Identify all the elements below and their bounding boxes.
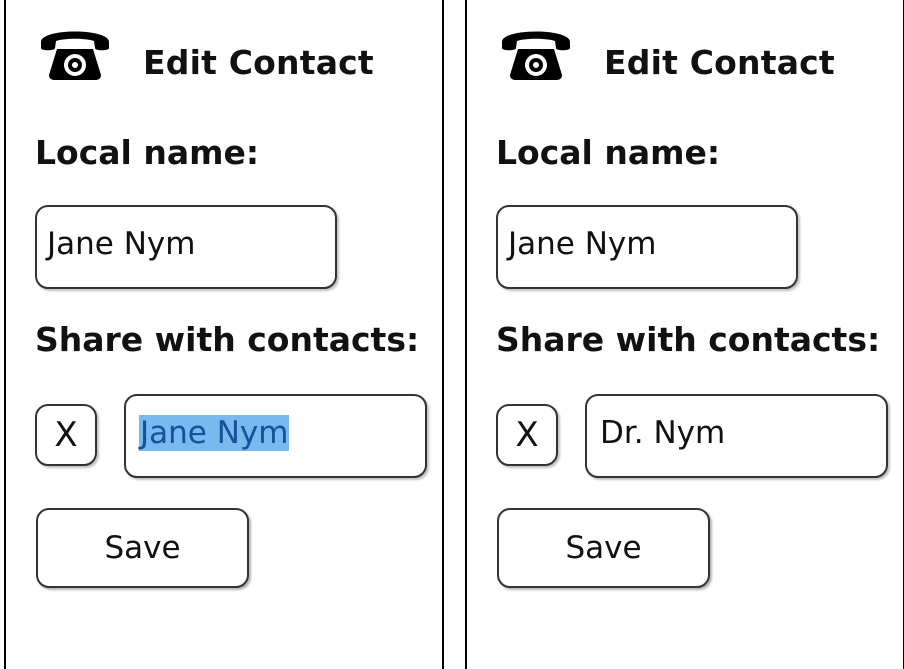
- local-name-input[interactable]: Jane Nym: [35, 205, 337, 289]
- page-title: Edit Contact: [143, 43, 374, 82]
- save-button[interactable]: Save: [36, 508, 249, 588]
- local-name-label: Local name:: [496, 133, 721, 172]
- edit-contact-panel-right: Edit Contact Local name: Jane Nym Share …: [465, 0, 904, 669]
- share-label: Share with contacts:: [496, 320, 881, 359]
- remove-share-button[interactable]: X: [496, 404, 558, 466]
- save-button[interactable]: Save: [497, 508, 710, 588]
- page-title: Edit Contact: [604, 43, 835, 82]
- remove-share-button[interactable]: X: [35, 404, 97, 466]
- telephone-icon: [41, 31, 109, 80]
- share-name-input[interactable]: Dr. Nym: [585, 394, 888, 478]
- selected-text: Jane Nym: [139, 415, 290, 451]
- telephone-icon: [502, 31, 570, 80]
- share-name-input[interactable]: Jane Nym: [124, 394, 427, 478]
- local-name-label: Local name:: [35, 133, 260, 172]
- share-label: Share with contacts:: [35, 320, 420, 359]
- edit-contact-panel-left: Edit Contact Local name: Jane Nym Share …: [4, 0, 444, 669]
- local-name-input[interactable]: Jane Nym: [496, 205, 798, 289]
